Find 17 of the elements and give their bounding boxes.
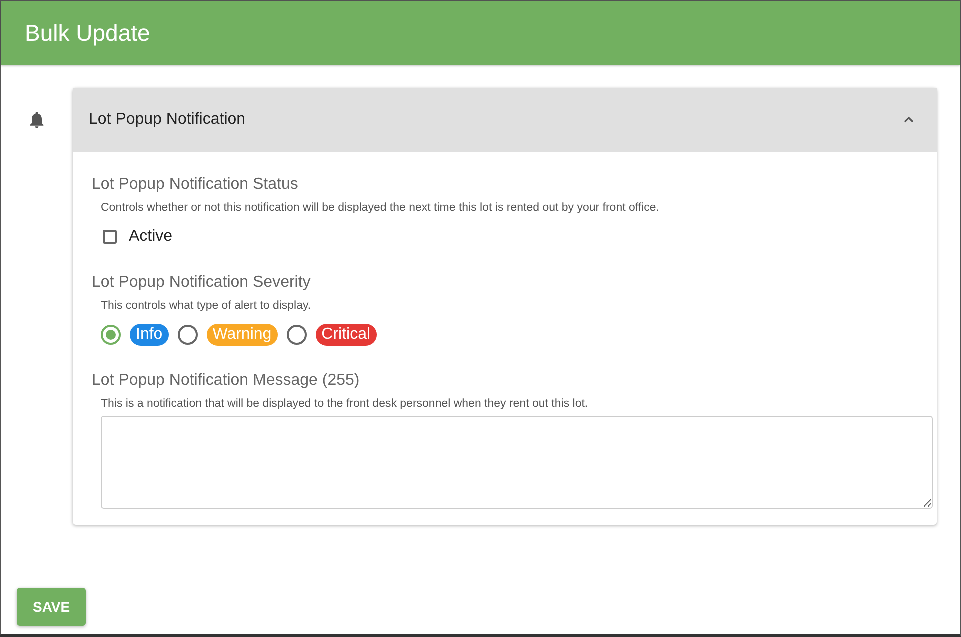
- panel-header[interactable]: Lot Popup Notification: [73, 88, 937, 152]
- radio-button[interactable]: [178, 325, 198, 345]
- active-checkbox[interactable]: [103, 230, 117, 244]
- section-description: Controls whether or not this notification will be displayed the next time this lot is rented out by your front office.: [101, 202, 660, 214]
- checkbox-label: Active: [129, 228, 173, 246]
- section-title: Lot Popup Notification Message (255): [92, 372, 361, 390]
- severity-badge: Info: [130, 324, 169, 346]
- radio-button[interactable]: [101, 325, 121, 345]
- message-field[interactable]: [101, 416, 933, 509]
- severity-badge: Critical: [316, 324, 377, 346]
- severity-badge: Warning: [206, 324, 278, 346]
- section-title: Lot Popup Notification Severity: [92, 274, 312, 292]
- section-description: This is a notification that will be displayed to the front desk personnel when they rent out this lot.: [101, 398, 590, 410]
- radio-button[interactable]: [286, 325, 307, 345]
- section-description: This controls what type of alert to display.: [101, 300, 312, 312]
- window-title: Bulk Update: [25, 20, 150, 46]
- section-title: Lot Popup Notification Status: [92, 176, 300, 194]
